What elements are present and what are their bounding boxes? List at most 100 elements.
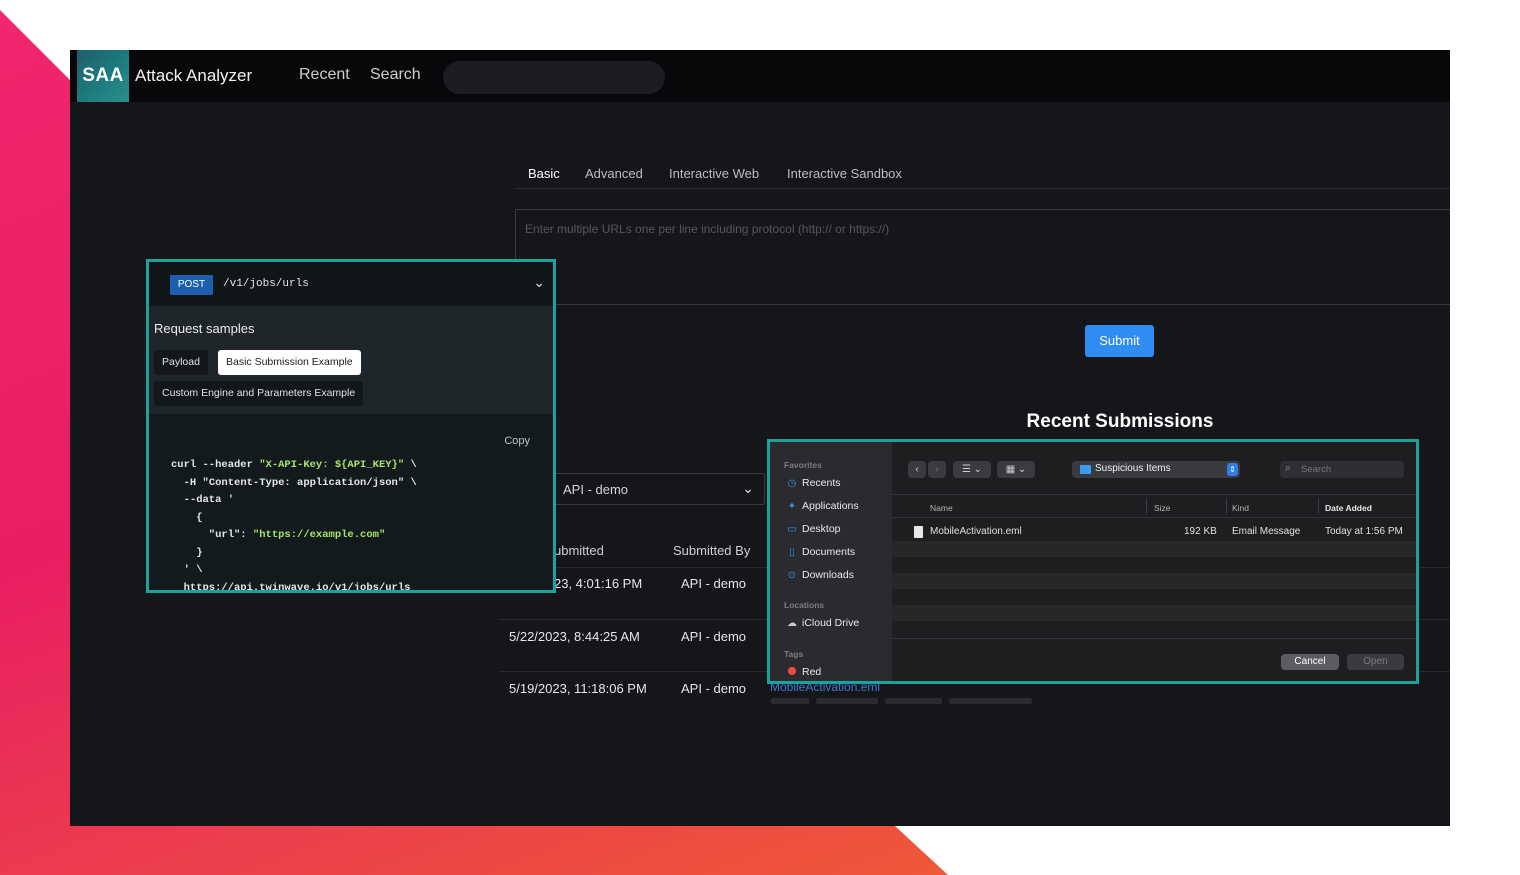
sidebar-item-downloads[interactable]: ⊙ Downloads (786, 569, 854, 581)
column-header-submitted[interactable]: ubmitted (554, 543, 604, 558)
cancel-button[interactable]: Cancel (1281, 654, 1339, 670)
copy-button[interactable]: Copy (504, 435, 530, 447)
url-input-area[interactable]: Enter multiple URLs one per line includi… (515, 209, 1450, 305)
tag-pill (885, 698, 942, 704)
clock-icon: ◷ (787, 478, 797, 489)
code-sample: Copy curl --header "X-API-Key: ${API_KEY… (149, 414, 553, 593)
sidebar-section-locations: Locations (784, 600, 825, 610)
finder-search-input[interactable]: ⌕ Search (1280, 461, 1404, 478)
column-header-name[interactable]: Name (930, 503, 953, 513)
divider (892, 494, 1416, 495)
chip-payload[interactable]: Payload (154, 350, 208, 375)
api-docs-panel: POST /v1/jobs/urls ⌄ Request samples Pay… (146, 259, 556, 593)
chip-basic-submission[interactable]: Basic Submission Example (218, 350, 361, 375)
code-string: "X-API-Key: ${API_KEY}" (259, 459, 405, 471)
nav-search-link[interactable]: Search (370, 66, 421, 84)
tag-pill (816, 698, 878, 704)
empty-row (892, 573, 1416, 589)
cloud-icon: ☁ (787, 618, 797, 629)
finder-content: ‹ › ☰ ⌄ ▦ ⌄ Suspicious Items ⇕ ⌕ Search … (892, 442, 1416, 681)
column-separator (1318, 498, 1319, 514)
code-token: ' \ (171, 564, 203, 576)
column-separator (1226, 498, 1227, 514)
code-block[interactable]: curl --header "X-API-Key: ${API_KEY}" \ … (171, 457, 417, 593)
tab-interactive-web[interactable]: Interactive Web (669, 166, 759, 181)
red-tag-icon (788, 667, 796, 675)
location-select-value: Suspicious Items (1095, 463, 1171, 474)
sidebar-item-label: Recents (802, 477, 841, 489)
sidebar-item-label: Desktop (802, 523, 841, 535)
tab-interactive-sandbox[interactable]: Interactive Sandbox (787, 166, 902, 181)
code-token: "Content-Type: application/json" (202, 476, 405, 489)
file-name: MobileActivation.eml (930, 526, 1022, 537)
top-nav-bar: SAA Attack Analyzer Recent Search (70, 50, 1450, 102)
chevron-down-icon: ⌄ (742, 480, 754, 496)
endpoint-header[interactable]: POST /v1/jobs/urls ⌄ (149, 262, 553, 306)
engine-select-value: API - demo (563, 482, 629, 497)
code-token: --data ' (171, 494, 235, 506)
sidebar-item-tag-red[interactable]: Red (786, 666, 821, 678)
endpoint-path: /v1/jobs/urls (223, 278, 309, 290)
file-size: 192 KB (1184, 526, 1217, 537)
empty-row (892, 605, 1416, 621)
sidebar-item-label: Red (802, 666, 822, 678)
sidebar-item-label: iCloud Drive (802, 617, 860, 629)
code-token: -H (171, 476, 203, 489)
code-token: \ (404, 459, 417, 471)
sidebar-item-label: Documents (802, 546, 856, 558)
search-icon: ⌕ (1285, 462, 1292, 474)
forward-button[interactable]: › (928, 461, 946, 478)
submission-tabs: Basic Advanced Interactive Web Interacti… (515, 162, 1450, 189)
row-3-submitted: 5/19/2023, 11:18:06 PM (509, 681, 647, 696)
column-header-size[interactable]: Size (1154, 503, 1171, 513)
code-token: curl --header (171, 459, 260, 471)
app-title[interactable]: Attack Analyzer (135, 66, 252, 86)
divider (892, 638, 1416, 639)
document-icon: ▯ (789, 547, 795, 558)
column-header-submitted-by[interactable]: Submitted By (673, 543, 750, 558)
tag-pill (949, 698, 1032, 704)
open-button[interactable]: Open (1347, 654, 1404, 670)
column-header-kind[interactable]: Kind (1232, 503, 1249, 513)
sidebar-item-label: Downloads (802, 569, 854, 581)
code-token: https://api.twinwave.io/v1/jobs/urls (171, 581, 411, 593)
tab-advanced[interactable]: Advanced (585, 166, 643, 181)
request-samples-title: Request samples (154, 321, 255, 336)
file-date-added: Today at 1:56 PM (1325, 526, 1403, 537)
code-string: "https://example.com" (252, 529, 386, 541)
back-button[interactable]: ‹ (908, 461, 926, 478)
sidebar-item-applications[interactable]: ✦ Applications (786, 500, 859, 512)
desktop-icon: ▭ (787, 524, 797, 535)
download-icon: ⊙ (787, 570, 797, 581)
sidebar-item-documents[interactable]: ▯ Documents (786, 546, 855, 558)
code-token: "url": (171, 529, 253, 541)
app-logo[interactable]: SAA (77, 50, 129, 102)
file-open-dialog: Favorites ◷ Recents ✦ Applications ▭ Deskto… (767, 439, 1419, 684)
tab-basic[interactable]: Basic (528, 166, 560, 181)
engine-select[interactable]: API - demo ⌄ (554, 473, 765, 505)
url-input-placeholder: Enter multiple URLs one per line includi… (525, 222, 890, 236)
column-separator (1146, 498, 1147, 514)
folder-icon (1080, 465, 1091, 474)
global-search-input[interactable] (443, 61, 665, 94)
chip-custom-engine[interactable]: Custom Engine and Parameters Example (154, 381, 364, 406)
location-select[interactable]: Suspicious Items ⇕ (1072, 461, 1240, 478)
sidebar-item-recents[interactable]: ◷ Recents (786, 477, 841, 489)
sidebar-item-desktop[interactable]: ▭ Desktop (786, 523, 841, 535)
chevron-down-icon: ⌄ (533, 274, 545, 290)
grid-view-button[interactable]: ▦ ⌄ (997, 461, 1035, 478)
nav-recent-link[interactable]: Recent (299, 66, 350, 84)
sidebar-section-favorites: Favorites (784, 460, 822, 470)
submit-button[interactable]: Submit (1085, 325, 1154, 357)
sidebar-item-icloud[interactable]: ☁ iCloud Drive (786, 617, 859, 629)
finder-sidebar: Favorites ◷ Recents ✦ Applications ▭ Deskto… (770, 442, 892, 681)
tag-pill (771, 698, 809, 704)
recent-submissions-title: Recent Submissions (1026, 411, 1214, 432)
code-token: { (171, 511, 203, 524)
column-header-date-added[interactable]: Date Added (1325, 503, 1372, 513)
sidebar-section-tags: Tags (784, 649, 804, 659)
method-badge: POST (170, 275, 213, 295)
list-view-button[interactable]: ☰ ⌄ (953, 461, 991, 478)
row-1-submitted: 23, 4:01:16 PM (554, 576, 643, 591)
divider (892, 517, 1416, 518)
